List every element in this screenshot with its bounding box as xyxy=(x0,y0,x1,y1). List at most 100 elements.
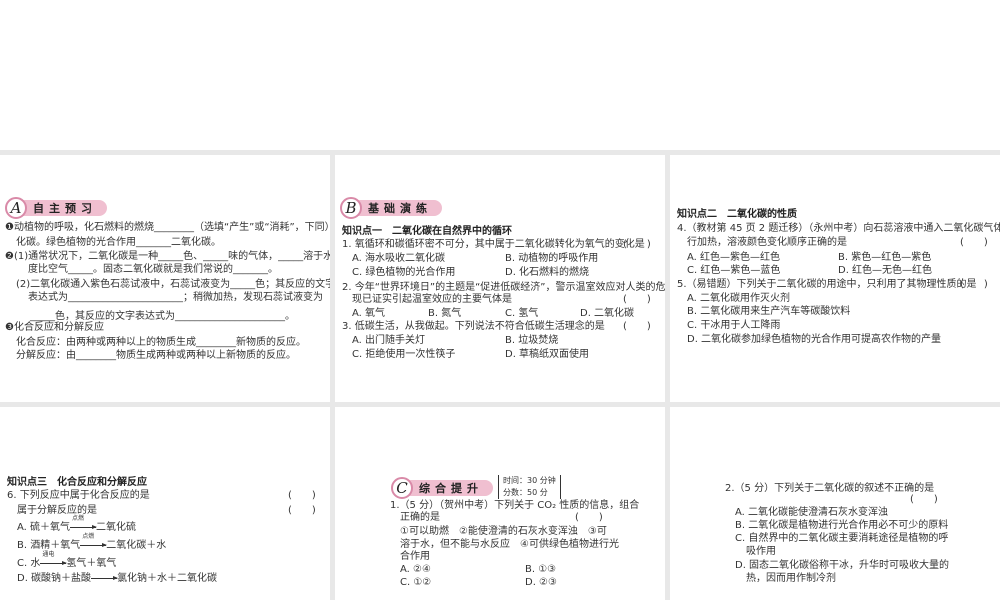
question-4-cont: 行加热，溶液颜色变化顺序正确的是 xyxy=(687,237,847,248)
answer-paren: ( ) xyxy=(575,512,603,523)
option: B. ①③ xyxy=(525,564,557,575)
section-badge-c: C 综合提升 xyxy=(391,477,493,499)
option: A. 红色—紫色—红色 xyxy=(687,252,781,263)
option: 吸作用 xyxy=(746,546,776,557)
badge-title: 自主预习 xyxy=(21,200,107,216)
option: A. 二氧化碳能使澄清石灰水变浑浊 xyxy=(735,507,889,518)
question-1-cont: 正确的是 xyxy=(400,512,440,523)
knowledge-point-heading: 知识点二 二氧化碳的性质 xyxy=(677,209,797,220)
option: D. ②③ xyxy=(525,577,557,588)
products: 氯化钠＋水＋二氧化碳 xyxy=(117,573,218,584)
text-line: 分解反应：由________物质生成两种或两种以上新物质的反应。 xyxy=(16,350,296,361)
option-d: D. 碳酸钠＋盐酸 氯化钠＋水＋二氧化碳 xyxy=(17,572,217,586)
option: D. 二氧化碳 xyxy=(580,308,635,319)
text-line: ❷(1)通常状况下，二氧化碳是一种_____色、_____味的气体，_____溶… xyxy=(5,251,330,262)
option-a: A. 硫＋氧气 点燃二氧化硫 xyxy=(17,515,137,535)
question-3: 3. 低碳生活，从我做起。下列说法不符合低碳生活理念的是 xyxy=(342,321,605,332)
reactants: B. 酒精＋氧气 xyxy=(17,540,81,551)
badge-letter: B xyxy=(340,197,362,219)
option: D. 红色—无色—红色 xyxy=(838,265,933,276)
text-line: ❸化合反应和分解反应 xyxy=(5,322,104,333)
panel-basic-practice: B 基础演练 知识点一 二氧化碳在自然界中的循环 1. 氧循环和碳循环密不可分，… xyxy=(335,155,665,402)
question-2-cont: 现已证实引起温室效应的主要气体是 xyxy=(352,294,512,305)
text-line: 化碳。绿色植物的光合作用_______二氧化碳。 xyxy=(16,237,221,248)
score-total: 分数：50 分 xyxy=(503,488,548,497)
knowledge-point-heading: 知识点一 二氧化碳在自然界中的循环 xyxy=(342,226,512,237)
option-c: C. 水通电氢气＋氧气 xyxy=(17,551,117,571)
products: 氢气＋氧气 xyxy=(66,558,117,569)
reaction-arrow-icon: 点燃 xyxy=(70,515,98,532)
option: A. 二氧化碳用作灭火剂 xyxy=(687,293,791,304)
badge-letter: C xyxy=(391,477,413,499)
option: B. 垃圾焚烧 xyxy=(505,335,559,346)
reaction-arrow-icon xyxy=(91,573,119,583)
badge-title: 综合提升 xyxy=(407,480,493,496)
section-badge-b: B 基础演练 xyxy=(340,197,442,219)
text-line: 度比空气_____。固态二氧化碳就是我们常说的_______。 xyxy=(28,264,278,275)
option: A. 海水吸收二氧化碳 xyxy=(352,253,446,264)
option: B. 二氧化碳用来生产汽车等碳酸饮料 xyxy=(687,306,851,317)
text-line: 表达式为_______________________；稍微加热，发现石蕊试液变… xyxy=(28,292,323,303)
option: B. 动植物的呼吸作用 xyxy=(505,253,599,264)
question-5: 5.（易错题）下列关于二氧化碳的用途中，只利用了其物理性质的是 xyxy=(677,279,977,290)
option-b: B. 酒精＋氧气 点燃二氧化碳＋水 xyxy=(17,533,167,553)
condition: 通电 xyxy=(42,551,55,558)
option: A. 氧气 xyxy=(352,308,386,319)
reactants: A. 硫＋氧气 xyxy=(17,522,71,533)
reaction-arrow-icon: 通电 xyxy=(40,551,68,568)
option: D. 化石燃料的燃烧 xyxy=(505,267,590,278)
option: D. 二氧化碳参加绿色植物的光合作用可提高农作物的产量 xyxy=(687,334,942,345)
knowledge-point-heading: 知识点三 化合反应和分解反应 xyxy=(7,477,147,488)
option: A. 出门随手关灯 xyxy=(352,335,426,346)
answer-paren: ( ) xyxy=(288,505,316,516)
reactants: D. 碳酸钠＋盐酸 xyxy=(17,573,92,584)
question-1: 1. 氧循环和碳循环密不可分，其中属于二氧化碳转化为氧气的变化是 xyxy=(342,239,645,250)
question-1-statements: 溶于水，但不能与水反应 ④可供绿色植物进行光 xyxy=(400,539,619,550)
reactants: C. 水 xyxy=(17,558,41,569)
option: C. ①② xyxy=(400,577,432,588)
text-line: ❶动植物的呼吸，化石燃料的燃烧________（选填“产生”或“消耗”，下同）二… xyxy=(5,222,330,233)
answer-paren: ( ) xyxy=(288,490,316,501)
question-1-statements: ①可以助燃 ②能使澄清的石灰水变浑浊 ③可 xyxy=(400,526,607,537)
option: C. 氢气 xyxy=(505,308,539,319)
option: A. ②④ xyxy=(400,564,431,575)
option: C. 红色—紫色—蓝色 xyxy=(687,265,781,276)
panel-question-2: 2.（5 分）下列关于二氧化碳的叙述不正确的是 ( ) A. 二氧化碳能使澄清石… xyxy=(670,407,1000,600)
reaction-arrow-icon: 点燃 xyxy=(80,533,108,550)
option: 热，因而用作制冷剂 xyxy=(746,573,836,584)
answer-paren: ( ) xyxy=(623,294,651,305)
section-badge-a: A 自主预习 xyxy=(5,197,107,219)
question-1-statements: 合作用 xyxy=(400,551,430,562)
option: C. 绿色植物的光合作用 xyxy=(352,267,456,278)
option: B. 氮气 xyxy=(428,308,462,319)
answer-paren: ( ) xyxy=(623,321,651,332)
panel-comprehensive: C 综合提升 时间：30 分钟 分数：50 分 1.（5 分）（贺州中考）下列关… xyxy=(335,407,665,600)
question-4: 4.（教材第 45 页 2 题迁移）（永州中考）向石蕊溶液中通入二氧化碳气体，再… xyxy=(677,223,1000,234)
panel-self-preview: A 自主预习 ❶动植物的呼吸，化石燃料的燃烧________（选填“产生”或“消… xyxy=(0,155,330,402)
condition: 点燃 xyxy=(72,515,85,522)
option: D. 草稿纸双面使用 xyxy=(505,349,590,360)
badge-letter: A xyxy=(5,197,27,219)
answer-paren: ( ) xyxy=(623,239,651,250)
panel-co2-properties: 知识点二 二氧化碳的性质 4.（教材第 45 页 2 题迁移）（永州中考）向石蕊… xyxy=(670,155,1000,402)
answer-paren: ( ) xyxy=(960,237,988,248)
panel-reaction-types: 知识点三 化合反应和分解反应 6. 下列反应中属于化合反应的是 ( ) 属于分解… xyxy=(0,407,330,600)
text-line: (2)二氧化碳通入紫色石蕊试液中，石蕊试液变为_____色；其反应的文字 xyxy=(16,279,330,290)
products: 二氧化碳＋水 xyxy=(106,540,167,551)
question-6-cont: 属于分解反应的是 xyxy=(17,505,97,516)
option: D. 固态二氧化碳俗称干冰，升华时可吸收大量的 xyxy=(735,560,950,571)
answer-paren: ( ) xyxy=(910,494,938,505)
time-score-box: 时间：30 分钟 分数：50 分 xyxy=(498,475,561,499)
option: C. 干冰用于人工降雨 xyxy=(687,320,781,331)
condition: 点燃 xyxy=(82,533,95,540)
option: B. 紫色—红色—紫色 xyxy=(838,252,932,263)
option: B. 二氧化碳是植物进行光合作用必不可少的原料 xyxy=(735,520,949,531)
badge-title: 基础演练 xyxy=(356,200,442,216)
option: C. 拒绝使用一次性筷子 xyxy=(352,349,456,360)
question-2: 2.（5 分）下列关于二氧化碳的叙述不正确的是 xyxy=(725,483,935,494)
question-6: 6. 下列反应中属于化合反应的是 xyxy=(7,490,150,501)
option: C. 自然界中的二氧化碳主要消耗途径是植物的呼 xyxy=(735,533,949,544)
answer-paren: ( ) xyxy=(960,279,988,290)
products: 二氧化硫 xyxy=(96,522,137,533)
time-limit: 时间：30 分钟 xyxy=(503,476,556,485)
